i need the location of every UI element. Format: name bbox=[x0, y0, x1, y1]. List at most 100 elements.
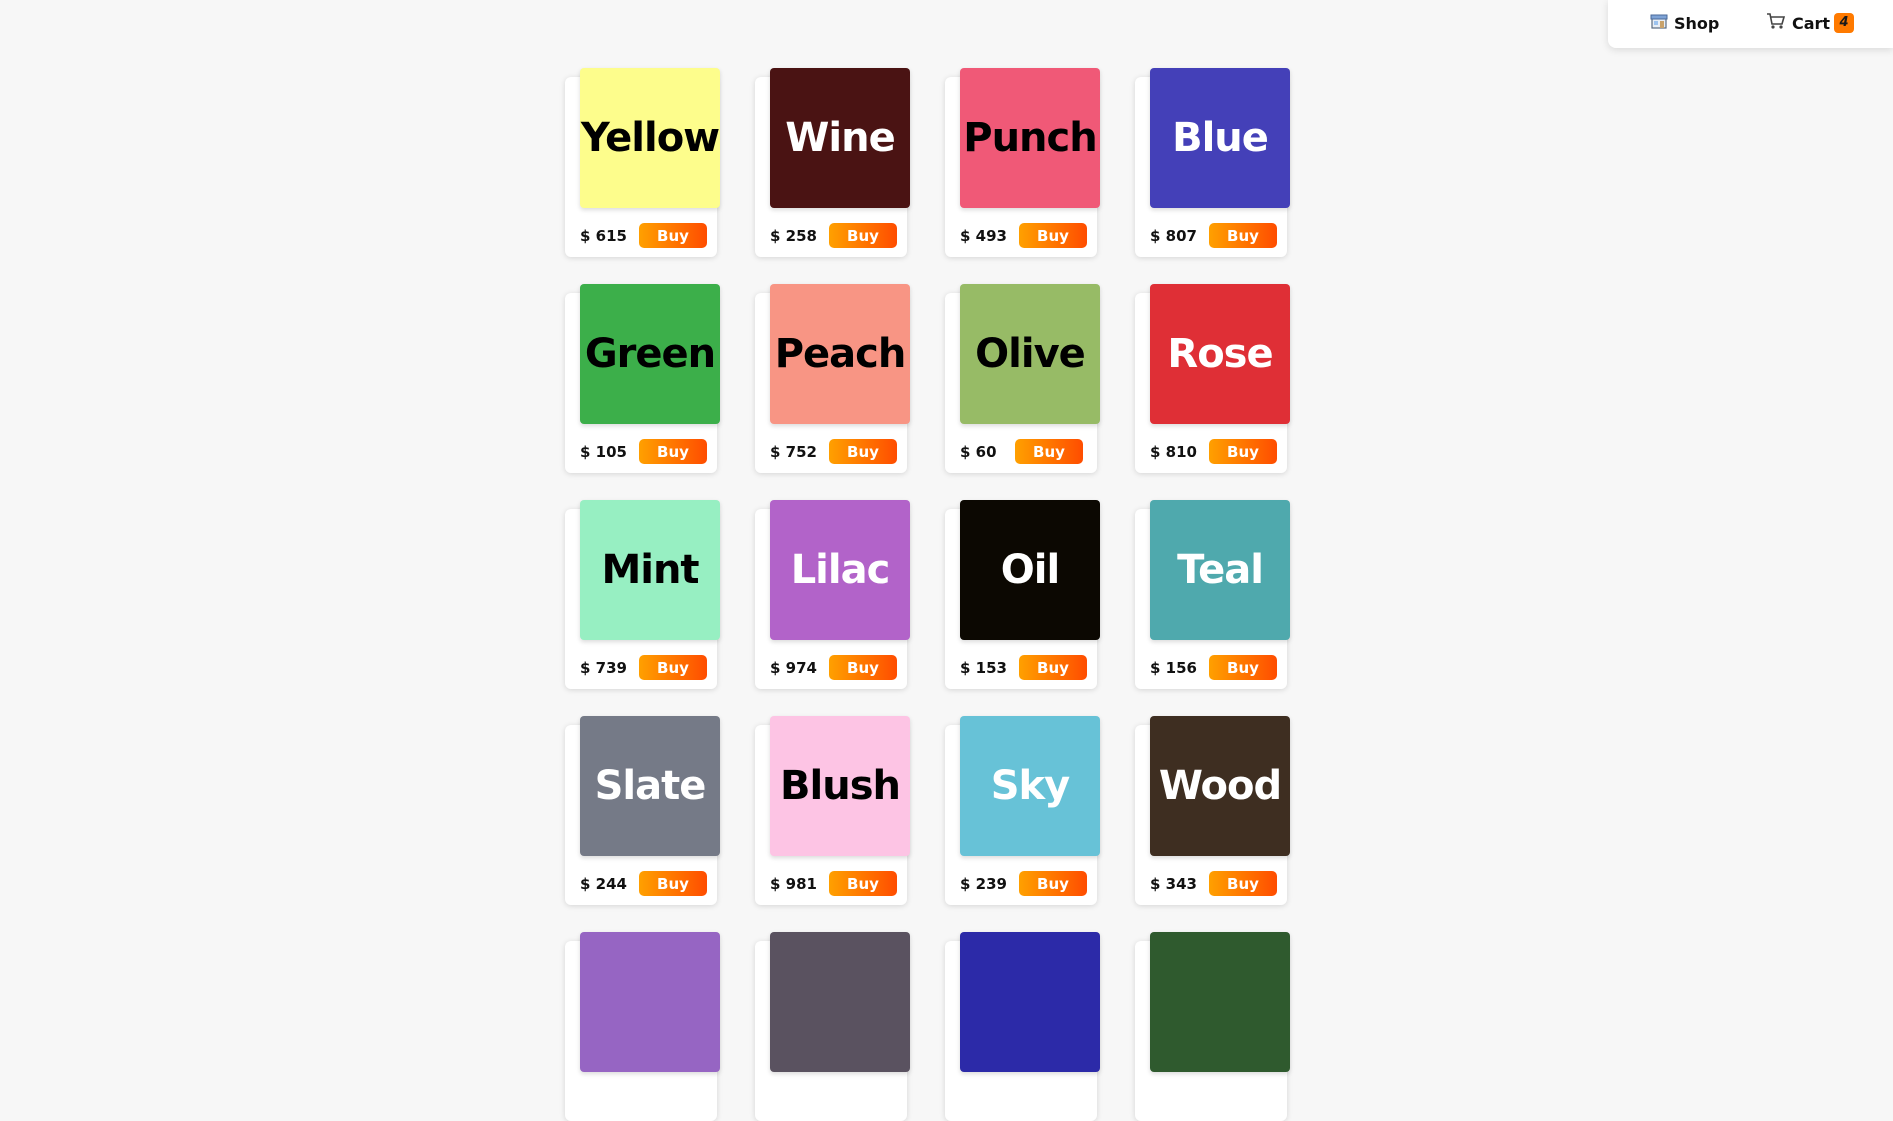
buy-button[interactable]: Buy bbox=[1019, 655, 1087, 680]
price-amount: 739 bbox=[595, 659, 627, 677]
product-name: Wood bbox=[1158, 763, 1282, 809]
product-name: Punch bbox=[963, 115, 1097, 161]
product-price: $ 239 bbox=[960, 875, 1007, 893]
price-amount: 60 bbox=[975, 443, 997, 461]
currency-symbol: $ bbox=[1150, 659, 1161, 677]
product-swatch[interactable]: Blush bbox=[770, 716, 910, 856]
cart-label: Cart bbox=[1792, 13, 1831, 33]
product-card bbox=[945, 932, 1100, 1121]
cart-link[interactable]: Cart 4 bbox=[1766, 12, 1855, 34]
cart-count-badge: 4 bbox=[1834, 13, 1855, 33]
product-card: Green $ 105 Buy bbox=[565, 284, 720, 473]
product-name: Green bbox=[584, 331, 716, 377]
product-card: Mint $ 739 Buy bbox=[565, 500, 720, 689]
price-amount: 981 bbox=[785, 875, 817, 893]
product-swatch[interactable] bbox=[770, 932, 910, 1072]
product-name: Peach bbox=[774, 331, 907, 377]
product-swatch[interactable]: Teal bbox=[1150, 500, 1290, 640]
price-amount: 258 bbox=[785, 227, 817, 245]
product-price: $ 156 bbox=[1150, 659, 1197, 677]
product-price: $ 153 bbox=[960, 659, 1007, 677]
buy-button[interactable]: Buy bbox=[1019, 871, 1087, 896]
product-price: $ 105 bbox=[580, 443, 627, 461]
product-swatch[interactable]: Blue bbox=[1150, 68, 1290, 208]
buy-button[interactable]: Buy bbox=[829, 223, 897, 248]
product-price: $ 807 bbox=[1150, 227, 1197, 245]
product-swatch[interactable]: Mint bbox=[580, 500, 720, 640]
buy-button[interactable]: Buy bbox=[829, 439, 897, 464]
product-name: Oil bbox=[1000, 547, 1060, 593]
product-swatch[interactable]: Olive bbox=[960, 284, 1100, 424]
product-swatch[interactable]: Wine bbox=[770, 68, 910, 208]
product-price: $ 752 bbox=[770, 443, 817, 461]
product-price: $ 60 bbox=[960, 443, 997, 461]
product-card: Teal $ 156 Buy bbox=[1135, 500, 1290, 689]
buy-button[interactable]: Buy bbox=[639, 655, 707, 680]
product-swatch[interactable]: Lilac bbox=[770, 500, 910, 640]
product-card: Rose $ 810 Buy bbox=[1135, 284, 1290, 473]
currency-symbol: $ bbox=[580, 443, 591, 461]
currency-symbol: $ bbox=[580, 227, 591, 245]
product-price: $ 615 bbox=[580, 227, 627, 245]
buy-button[interactable]: Buy bbox=[1015, 439, 1083, 464]
product-swatch[interactable]: Green bbox=[580, 284, 720, 424]
buy-button[interactable]: Buy bbox=[1209, 223, 1277, 248]
price-amount: 752 bbox=[785, 443, 817, 461]
buy-button[interactable]: Buy bbox=[829, 655, 897, 680]
product-price: $ 739 bbox=[580, 659, 627, 677]
product-card: Slate $ 244 Buy bbox=[565, 716, 720, 905]
buy-button[interactable]: Buy bbox=[1019, 223, 1087, 248]
product-swatch[interactable] bbox=[960, 932, 1100, 1072]
product-name: Slate bbox=[594, 763, 707, 809]
buy-button[interactable]: Buy bbox=[829, 871, 897, 896]
product-swatch[interactable]: Oil bbox=[960, 500, 1100, 640]
product-card bbox=[755, 932, 910, 1121]
product-card: Peach $ 752 Buy bbox=[755, 284, 910, 473]
shop-link[interactable]: Shop bbox=[1650, 12, 1719, 34]
product-card: Wine $ 258 Buy bbox=[755, 68, 910, 257]
product-name: Rose bbox=[1167, 331, 1273, 377]
product-card: Blue $ 807 Buy bbox=[1135, 68, 1290, 257]
product-swatch[interactable]: Sky bbox=[960, 716, 1100, 856]
product-name: Blush bbox=[780, 763, 901, 809]
price-amount: 974 bbox=[785, 659, 817, 677]
buy-button[interactable]: Buy bbox=[639, 871, 707, 896]
product-card: Lilac $ 974 Buy bbox=[755, 500, 910, 689]
currency-symbol: $ bbox=[1150, 875, 1161, 893]
product-price: $ 244 bbox=[580, 875, 627, 893]
product-swatch[interactable] bbox=[1150, 932, 1290, 1072]
price-amount: 153 bbox=[975, 659, 1007, 677]
product-swatch[interactable]: Peach bbox=[770, 284, 910, 424]
product-swatch[interactable]: Rose bbox=[1150, 284, 1290, 424]
product-card: Wood $ 343 Buy bbox=[1135, 716, 1290, 905]
product-card: Olive $ 60 Buy bbox=[945, 284, 1100, 473]
price-amount: 239 bbox=[975, 875, 1007, 893]
price-amount: 244 bbox=[595, 875, 627, 893]
buy-button[interactable]: Buy bbox=[1209, 655, 1277, 680]
product-name: Olive bbox=[975, 331, 1086, 377]
cart-icon bbox=[1766, 12, 1792, 34]
price-amount: 105 bbox=[595, 443, 627, 461]
product-name: Blue bbox=[1172, 115, 1269, 161]
currency-symbol: $ bbox=[770, 443, 781, 461]
top-nav: Shop Cart 4 bbox=[1608, 0, 1893, 48]
price-amount: 807 bbox=[1165, 227, 1197, 245]
buy-button[interactable]: Buy bbox=[639, 439, 707, 464]
product-swatch[interactable] bbox=[580, 932, 720, 1072]
product-card: Punch $ 493 Buy bbox=[945, 68, 1100, 257]
product-card bbox=[565, 932, 720, 1121]
buy-button[interactable]: Buy bbox=[1209, 439, 1277, 464]
product-swatch[interactable]: Yellow bbox=[580, 68, 720, 208]
price-amount: 493 bbox=[975, 227, 1007, 245]
buy-button[interactable]: Buy bbox=[639, 223, 707, 248]
product-name: Sky bbox=[990, 763, 1070, 809]
product-swatch[interactable]: Wood bbox=[1150, 716, 1290, 856]
product-swatch[interactable]: Punch bbox=[960, 68, 1100, 208]
currency-symbol: $ bbox=[1150, 227, 1161, 245]
product-name: Wine bbox=[785, 115, 895, 161]
currency-symbol: $ bbox=[580, 875, 591, 893]
product-swatch[interactable]: Slate bbox=[580, 716, 720, 856]
buy-button[interactable]: Buy bbox=[1209, 871, 1277, 896]
product-price: $ 974 bbox=[770, 659, 817, 677]
shop-label: Shop bbox=[1674, 13, 1720, 33]
